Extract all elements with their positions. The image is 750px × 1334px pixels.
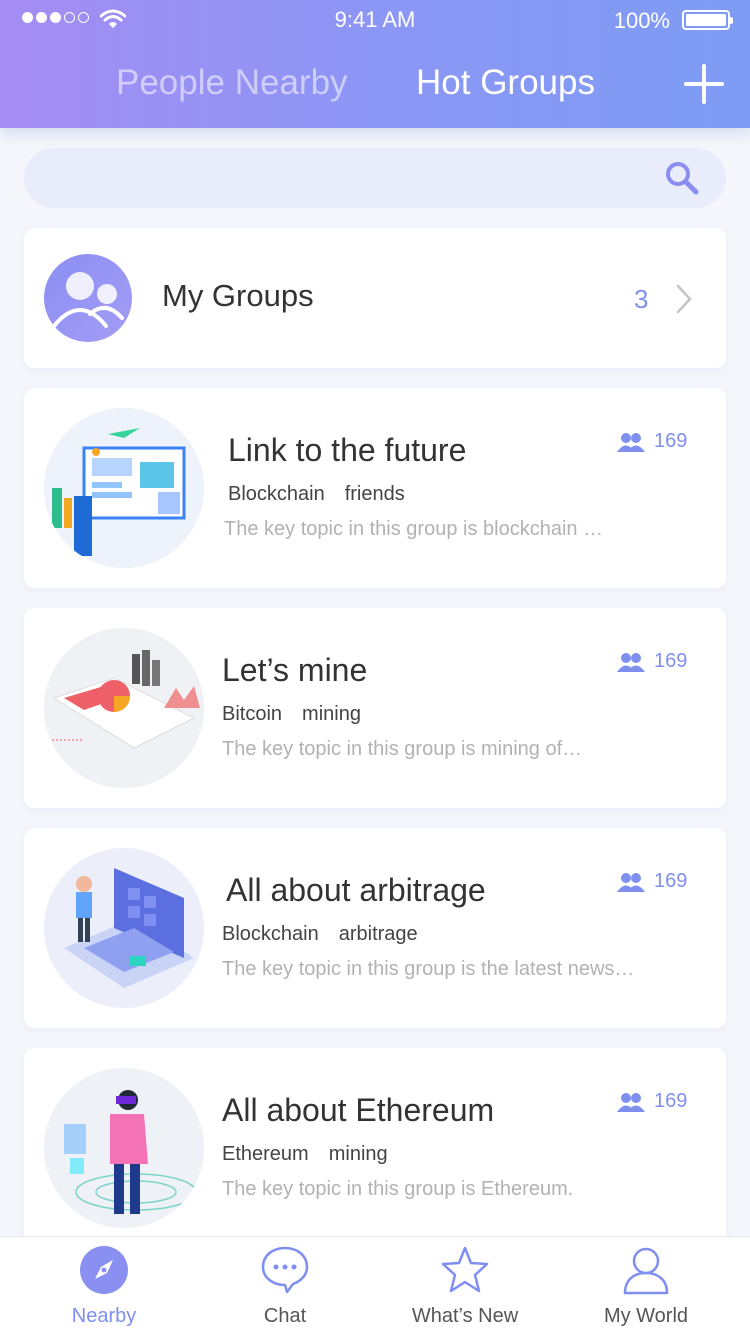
tab-people-nearby[interactable]: People Nearby <box>116 62 348 104</box>
nav-item-my-world[interactable]: My World <box>556 1237 736 1334</box>
tab-hot-groups[interactable]: Hot Groups <box>416 62 595 104</box>
group-tags: Ethereum mining <box>222 1143 408 1166</box>
battery-percentage: 100% <box>613 8 670 33</box>
group-tags: Blockchain arbitrage <box>222 923 438 946</box>
group-tags: Blockchain friends <box>228 483 425 506</box>
add-icon[interactable] <box>682 62 726 106</box>
chat-bubble-icon <box>261 1246 309 1294</box>
members-icon <box>617 1092 645 1112</box>
member-count: 169 <box>616 870 687 893</box>
my-groups-count: 3 <box>634 284 649 314</box>
group-card-link-to-the-future[interactable]: Link to the future Blockchain friends The… <box>24 388 726 588</box>
user-icon <box>623 1247 669 1295</box>
group-description: The key topic in this group is mining of… <box>222 738 583 760</box>
group-image <box>44 628 204 788</box>
nav-item-chat[interactable]: Chat <box>195 1237 375 1334</box>
groups-avatar-icon <box>44 254 132 342</box>
bottom-nav: Nearby Chat What’s New My World <box>0 1236 750 1334</box>
member-count: 169 <box>616 650 687 673</box>
members-icon <box>617 432 645 452</box>
member-count-value: 169 <box>654 870 688 892</box>
nav-item-nearby[interactable]: Nearby <box>14 1237 194 1334</box>
group-tags: Bitcoin mining <box>222 703 381 726</box>
group-card-all-about-arbitrage[interactable]: All about arbitrage Blockchain arbitrage … <box>24 828 726 1028</box>
my-groups-title: My Groups <box>162 278 314 313</box>
group-tag: mining <box>328 1143 388 1165</box>
compass-icon <box>80 1246 128 1294</box>
search-icon[interactable] <box>664 160 700 196</box>
group-description: The key topic in this group is the lates… <box>222 958 635 980</box>
group-description: The key topic in this group is Ethereum. <box>222 1178 574 1200</box>
group-image <box>44 408 204 568</box>
star-icon <box>441 1246 489 1293</box>
group-tag: Bitcoin <box>222 703 283 725</box>
my-groups-card[interactable]: My Groups 3 <box>24 228 726 368</box>
group-tag: Blockchain <box>222 923 319 945</box>
group-card-lets-mine[interactable]: Let’s mine Bitcoin mining The key topic i… <box>24 608 726 808</box>
group-tag: mining <box>302 703 361 725</box>
status-bar: 9:41 AM 100% <box>0 0 750 40</box>
battery-icon <box>682 10 733 30</box>
member-count-value: 169 <box>654 650 688 672</box>
group-tag: arbitrage <box>338 923 418 945</box>
group-title: Let’s mine <box>222 652 368 688</box>
member-count-value: 169 <box>654 430 688 452</box>
member-count: 169 <box>616 1090 687 1113</box>
header: 9:41 AM 100% People Nearby Hot Groups <box>0 0 750 128</box>
nav-label: What’s New <box>411 1305 519 1327</box>
group-title: All about arbitrage <box>226 872 486 908</box>
member-count-value: 169 <box>654 1090 688 1112</box>
group-description: The key topic in this group is blockchai… <box>224 518 604 540</box>
group-tag: friends <box>344 483 405 505</box>
group-tag: Ethereum <box>222 1143 309 1165</box>
group-image <box>44 1068 204 1228</box>
group-title: Link to the future <box>228 432 467 468</box>
members-icon <box>617 872 645 892</box>
search-bar[interactable] <box>24 148 726 208</box>
nav-label: Nearby <box>71 1305 137 1327</box>
nav-item-whats-new[interactable]: What’s New <box>375 1237 555 1334</box>
member-count: 169 <box>616 430 687 453</box>
nav-label: My World <box>603 1305 689 1327</box>
group-image <box>44 848 204 1008</box>
group-card-all-about-ethereum[interactable]: All about Ethereum Ethereum mining The ke… <box>24 1048 726 1248</box>
nav-label: Chat <box>263 1305 307 1327</box>
group-title: All about Ethereum <box>222 1092 495 1128</box>
members-icon <box>617 652 645 672</box>
group-tag: Blockchain <box>228 483 325 505</box>
search-input[interactable] <box>48 148 648 208</box>
chevron-right-icon <box>676 284 692 314</box>
